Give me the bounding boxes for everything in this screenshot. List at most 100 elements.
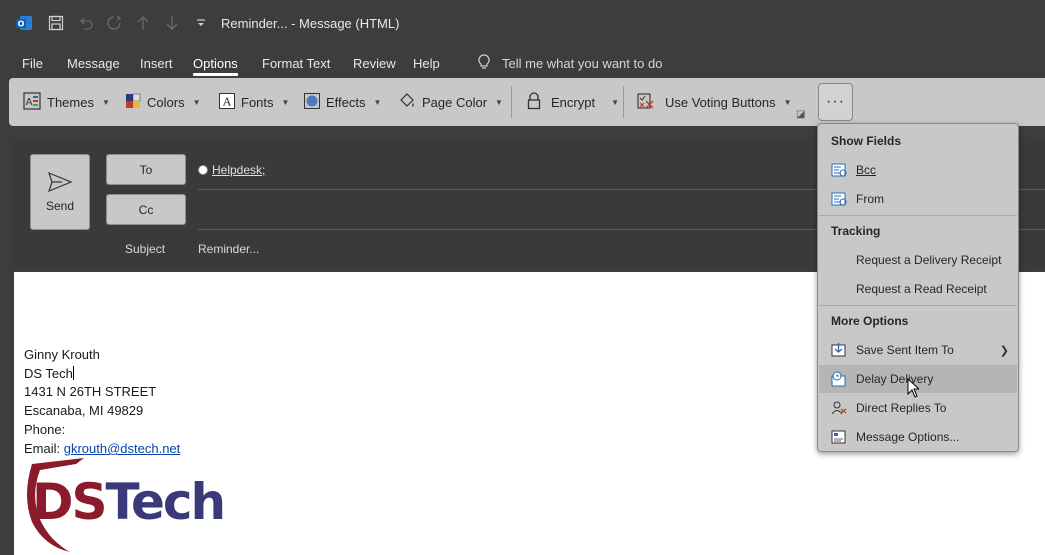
delay-delivery-icon <box>831 371 847 387</box>
page-color-icon <box>398 92 416 113</box>
ribbon-separator <box>511 86 512 118</box>
signature-city: Escanaba, MI 49829 <box>24 403 144 418</box>
text-cursor <box>72 366 74 380</box>
save-sent-item-menu-item[interactable]: Save Sent Item To ❯ <box>819 336 1017 364</box>
message-options-menu-item[interactable]: Message Options... <box>819 423 1017 451</box>
logo-ds-text: DS <box>32 473 108 531</box>
delivery-receipt-menu-item[interactable]: Request a Delivery Receipt <box>819 246 1017 274</box>
lightbulb-icon <box>478 54 490 73</box>
subject-label: Subject <box>125 242 166 256</box>
page-color-button[interactable]: Page Color ▼ <box>398 92 503 112</box>
tracking-heading: Tracking <box>831 224 881 238</box>
ribbon-tabs: File Message Insert Options Format Text … <box>0 48 1045 78</box>
tab-file[interactable]: File <box>22 56 43 71</box>
bcc-menu-item[interactable]: Bcc <box>819 156 1017 184</box>
arrow-up-icon[interactable] <box>134 14 152 32</box>
email-link[interactable]: gkrouth@dstech.net <box>64 441 181 456</box>
read-receipt-menu-item[interactable]: Request a Read Receipt <box>819 275 1017 303</box>
customize-toolbar-icon[interactable] <box>192 14 210 32</box>
voting-label: Use Voting Buttons <box>665 94 776 110</box>
tab-help[interactable]: Help <box>413 56 440 71</box>
themes-button[interactable]: A Themes ▼ <box>23 91 110 113</box>
signature-street: 1431 N 26TH STREET <box>24 384 157 399</box>
voting-icon <box>637 92 655 113</box>
fonts-label: Fonts <box>241 94 274 110</box>
chevron-down-icon: ▼ <box>495 97 503 107</box>
save-sent-icon <box>831 342 847 358</box>
read-receipt-label: Request a Read Receipt <box>856 282 987 296</box>
dialog-launcher-icon[interactable]: ◪ <box>796 109 805 120</box>
ribbon-options: A Themes ▼ Colors ▼ A Fonts ▼ Effects ▼ Page… <box>9 78 1045 126</box>
menu-separator <box>819 215 1017 216</box>
chevron-down-icon: ▼ <box>783 97 792 107</box>
cc-button[interactable]: Cc <box>106 194 186 225</box>
tell-me-search[interactable]: Tell me what you want to do <box>478 54 662 73</box>
from-icon <box>831 191 847 207</box>
direct-replies-label: Direct Replies To <box>856 401 947 415</box>
direct-replies-icon <box>831 400 847 416</box>
undo-icon[interactable] <box>77 14 95 32</box>
to-button[interactable]: To <box>106 154 186 185</box>
send-label: Send <box>45 198 75 213</box>
signature-phone: Phone: <box>24 422 66 437</box>
delivery-receipt-label: Request a Delivery Receipt <box>856 253 1002 267</box>
tab-insert[interactable]: Insert <box>140 56 173 71</box>
save-icon[interactable] <box>47 14 65 32</box>
page-color-label: Page Color <box>422 94 488 110</box>
bcc-label: Bcc <box>856 163 877 177</box>
tell-me-text: Tell me what you want to do <box>502 56 663 71</box>
svg-text:O: O <box>18 20 25 29</box>
themes-icon: A <box>23 91 41 113</box>
tab-format-text[interactable]: Format Text <box>262 56 330 71</box>
message-options-icon <box>831 429 847 445</box>
tab-options[interactable]: Options <box>193 56 238 76</box>
arrow-down-icon[interactable] <box>163 14 181 32</box>
fonts-icon: A <box>219 92 235 112</box>
menu-separator <box>819 305 1017 306</box>
svg-text:A: A <box>26 97 33 108</box>
ribbon-separator <box>623 86 624 118</box>
bcc-icon <box>831 162 847 178</box>
subject-field[interactable]: Reminder... <box>198 242 259 256</box>
effects-icon <box>304 92 320 112</box>
message-options-label: Message Options... <box>856 430 960 444</box>
logo-tech-text: Tech <box>105 473 227 531</box>
window-title: Reminder... - Message (HTML) <box>221 16 400 31</box>
themes-label: Themes <box>47 94 94 110</box>
from-label: From <box>856 192 884 206</box>
tab-message[interactable]: Message <box>67 56 120 71</box>
title-bar: O Reminder... - Message (HTML) <box>0 0 1045 48</box>
effects-button[interactable]: Effects ▼ <box>304 92 381 112</box>
tab-review[interactable]: Review <box>353 56 396 71</box>
outlook-icon: O <box>15 14 33 32</box>
signature-company-text: DS Tech <box>24 366 73 381</box>
delay-delivery-label: Delay Delivery <box>856 372 934 386</box>
colors-button[interactable]: Colors ▼ <box>125 92 201 112</box>
fonts-button[interactable]: A Fonts ▼ <box>219 92 289 112</box>
email-label: Email: <box>24 441 64 456</box>
chevron-down-icon: ▼ <box>192 97 201 107</box>
more-options-heading: More Options <box>831 314 909 328</box>
send-button[interactable]: Send <box>30 154 90 230</box>
mouse-pointer-icon <box>907 377 921 403</box>
svg-text:A: A <box>222 95 232 108</box>
more-commands-button[interactable]: ··· <box>818 83 853 121</box>
voting-buttons-button[interactable]: Use Voting Buttons ▼ <box>637 92 792 112</box>
to-field[interactable]: Helpdesk; <box>198 163 265 177</box>
recipient-helpdesk[interactable]: Helpdesk; <box>212 163 265 177</box>
presence-icon <box>198 165 208 175</box>
encrypt-label: Encrypt <box>551 94 596 110</box>
signature-company: DS Tech <box>24 364 74 383</box>
chevron-right-icon: ❯ <box>999 344 1009 357</box>
chevron-down-icon: ▼ <box>281 97 290 107</box>
chevron-down-icon: ▼ <box>611 97 619 107</box>
send-icon <box>48 171 73 195</box>
show-fields-heading: Show Fields <box>831 134 902 148</box>
from-menu-item[interactable]: From <box>819 185 1017 213</box>
redo-icon[interactable] <box>105 14 123 32</box>
encrypt-button[interactable]: Encrypt ▼ <box>527 91 619 112</box>
chevron-down-icon: ▼ <box>373 97 382 107</box>
chevron-down-icon: ▼ <box>101 97 110 107</box>
colors-icon <box>125 93 141 112</box>
save-sent-label: Save Sent Item To <box>856 343 954 357</box>
